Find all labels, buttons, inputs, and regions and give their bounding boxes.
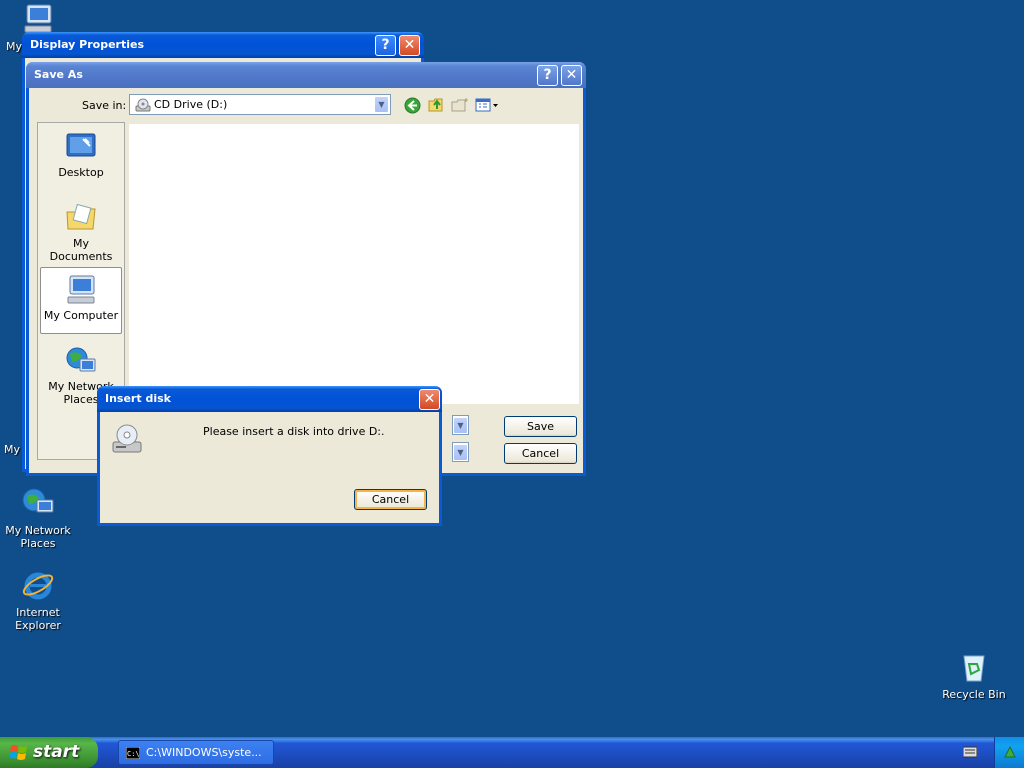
save-as-title: Save As	[34, 68, 83, 81]
command-prompt-icon: C:\	[125, 746, 141, 762]
system-tray	[994, 737, 1024, 768]
desktop-icon-partial[interactable]: My I	[0, 443, 22, 456]
save-in-combo[interactable]: CD Drive (D:) ▼	[129, 94, 391, 115]
taskbar: start C:\ C:\WINDOWS\syste...	[0, 737, 1024, 768]
file-list[interactable]	[129, 124, 579, 404]
desktop-icon-my-network-places[interactable]: My Network Places	[0, 486, 78, 550]
display-properties-titlebar[interactable]: Display Properties ? ✕	[22, 32, 424, 58]
save-in-value: CD Drive (D:)	[154, 98, 228, 111]
close-button[interactable]: ✕	[419, 389, 440, 410]
windows-logo-icon	[9, 744, 28, 766]
save-button[interactable]: Save	[504, 416, 577, 437]
place-desktop[interactable]: Desktop	[40, 125, 122, 189]
close-button[interactable]: ✕	[399, 35, 420, 56]
save-as-type-combo[interactable]: ▼	[452, 442, 469, 462]
display-properties-title: Display Properties	[30, 38, 145, 51]
place-label: My Documents	[49, 237, 113, 263]
up-folder-icon[interactable]	[427, 95, 445, 116]
save-in-label: Save in:	[82, 99, 127, 112]
my-computer-icon	[65, 274, 97, 306]
file-name-combo[interactable]: ▼	[452, 415, 469, 435]
task-label: C:\WINDOWS\syste...	[146, 746, 262, 759]
desktop-icon-label: My I	[4, 443, 22, 456]
save-as-titlebar[interactable]: Save As ? ✕	[26, 62, 586, 88]
network-places-icon	[21, 486, 55, 520]
place-my-computer[interactable]: My Computer	[40, 267, 122, 334]
insert-disk-message: Please insert a disk into drive D:.	[203, 425, 385, 438]
place-label: Desktop	[58, 166, 104, 179]
cd-drive-icon	[110, 422, 144, 459]
network-tray-icon[interactable]	[1003, 745, 1017, 762]
start-button[interactable]: start	[0, 737, 98, 768]
keyboard-icon[interactable]	[962, 746, 978, 761]
my-documents-icon	[65, 202, 97, 234]
views-menu-icon[interactable]	[475, 97, 499, 116]
my-computer-icon	[21, 2, 55, 36]
chevron-down-icon[interactable]: ▼	[453, 417, 468, 434]
back-icon[interactable]	[404, 97, 421, 117]
place-label: My Computer	[43, 309, 119, 322]
place-my-documents[interactable]: My Documents	[40, 196, 122, 263]
help-button[interactable]: ?	[537, 65, 558, 86]
internet-explorer-icon	[21, 568, 55, 602]
desktop-icon-label: My Network Places	[5, 524, 71, 550]
desktop-icon-internet-explorer[interactable]: Internet Explorer	[0, 568, 78, 632]
svg-text:C:\: C:\	[127, 750, 140, 758]
close-button[interactable]: ✕	[561, 65, 582, 86]
desktop-icon-label: Recycle Bin	[942, 688, 1006, 701]
chevron-down-icon[interactable]: ▼	[374, 96, 389, 113]
help-button[interactable]: ?	[375, 35, 396, 56]
insert-disk-titlebar[interactable]: Insert disk ✕	[97, 386, 442, 412]
chevron-down-icon[interactable]: ▼	[453, 444, 468, 461]
new-folder-icon[interactable]	[451, 97, 469, 116]
network-places-icon	[65, 345, 97, 377]
start-label: start	[33, 742, 80, 762]
insert-disk-dialog: Insert disk ✕ Please insert a disk into …	[97, 386, 442, 526]
desktop-icon-label: Internet Explorer	[15, 606, 61, 632]
desktop-icon-recycle-bin[interactable]: Recycle Bin	[934, 650, 1014, 701]
cd-drive-icon	[135, 97, 151, 116]
cancel-button[interactable]: Cancel	[354, 489, 427, 510]
cancel-button[interactable]: Cancel	[504, 443, 577, 464]
insert-disk-title: Insert disk	[105, 392, 171, 405]
desktop-icon	[65, 131, 97, 163]
recycle-bin-icon	[957, 650, 991, 684]
taskbar-button-command-prompt[interactable]: C:\ C:\WINDOWS\syste...	[118, 740, 274, 765]
